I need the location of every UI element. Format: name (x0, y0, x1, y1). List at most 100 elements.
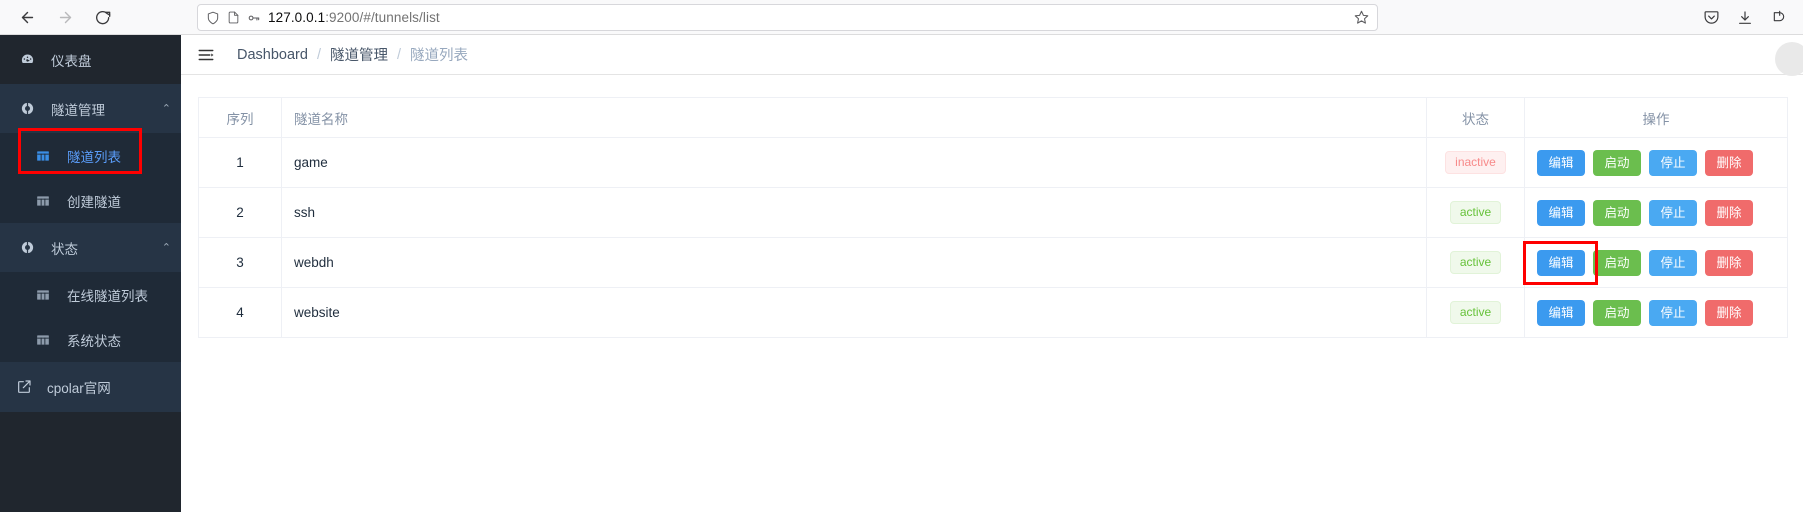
grid-icon (36, 333, 54, 347)
delete-button[interactable]: 删除 (1705, 299, 1753, 326)
url-path: :9200/#/tunnels/list (325, 10, 440, 25)
toolbar-right-icons (1695, 0, 1795, 35)
chevron-up-icon: ⌃ (161, 242, 171, 254)
sidebar-item-tunnel-list[interactable]: 隧道列表 (0, 133, 181, 178)
dashboard-icon (20, 52, 42, 67)
table-header-row: 序列 隧道名称 状态 操作 (198, 97, 1788, 138)
browser-toolbar: 127.0.0.1:9200/#/tunnels/list (0, 0, 1803, 35)
tunnel-icon (20, 240, 42, 255)
cell-actions: 编辑 启动 停止 删除 (1525, 288, 1788, 338)
delete-button[interactable]: 删除 (1705, 149, 1753, 176)
stop-button[interactable]: 停止 (1649, 299, 1697, 326)
sidebar-item-label: 创建隧道 (67, 194, 121, 210)
sidebar: 仪表盘 隧道管理 ⌃ 隧道列表 创建隧道 状态 ⌃ 在线隧道列表 系统状态 cp… (0, 35, 181, 512)
action-button-group: 编辑 启动 停止 删除 (1535, 249, 1777, 276)
back-button[interactable] (10, 3, 44, 31)
forward-button[interactable] (48, 3, 82, 31)
external-link-icon (16, 379, 36, 395)
breadcrumb-separator: / (316, 46, 321, 63)
pocket-icon[interactable] (1695, 4, 1727, 32)
shield-icon (206, 11, 220, 25)
edit-button[interactable]: 编辑 (1537, 249, 1585, 276)
sidebar-item-label: 隧道列表 (67, 149, 121, 165)
tunnels-table: 序列 隧道名称 状态 操作 1 game inactive 编辑 启动 停止 删… (198, 97, 1788, 338)
cell-actions: 编辑 启动 停止 删除 (1524, 137, 1788, 188)
edit-button[interactable]: 编辑 (1537, 199, 1585, 226)
table-head: 序列 隧道名称 状态 操作 (198, 97, 1788, 138)
status-badge: active (1449, 301, 1502, 324)
stop-button[interactable]: 停止 (1649, 149, 1697, 176)
action-button-group: 编辑 启动 停止 删除 (1535, 149, 1777, 176)
hamburger-icon[interactable] (197, 46, 215, 64)
url-text: 127.0.0.1:9200/#/tunnels/list (268, 10, 1347, 25)
cell-actions: 编辑 启动 停止 删除 (1523, 237, 1788, 288)
download-icon[interactable] (1729, 4, 1761, 32)
sidebar-item-dashboard[interactable]: 仪表盘 (0, 35, 181, 84)
breadcrumb-separator: / (396, 46, 401, 63)
tunnel-icon (20, 101, 42, 116)
content-area: 序列 隧道名称 状态 操作 1 game inactive 编辑 启动 停止 删… (181, 75, 1803, 512)
cell-sequence: 2 (198, 187, 282, 238)
column-header-actions: 操作 (1524, 97, 1788, 138)
sidebar-group-status[interactable]: 状态 ⌃ (0, 223, 181, 272)
start-button[interactable]: 启动 (1593, 249, 1641, 276)
cell-tunnel-name: game (281, 137, 1427, 188)
extension-icon[interactable] (1763, 4, 1795, 32)
sidebar-item-label: 系统状态 (67, 333, 121, 349)
breadcrumb-item-dashboard[interactable]: Dashboard (237, 47, 308, 63)
address-bar[interactable]: 127.0.0.1:9200/#/tunnels/list (197, 4, 1378, 31)
cell-sequence: 1 (198, 137, 282, 188)
delete-button[interactable]: 删除 (1705, 249, 1753, 276)
edit-button[interactable]: 编辑 (1537, 299, 1585, 326)
cell-sequence: 3 (198, 237, 282, 288)
breadcrumb-item-tunnel-management[interactable]: 隧道管理 (330, 44, 388, 65)
navigation-buttons (10, 3, 120, 31)
start-button[interactable]: 启动 (1593, 199, 1641, 226)
sidebar-item-label: 在线隧道列表 (67, 288, 148, 304)
delete-button[interactable]: 删除 (1705, 199, 1753, 226)
reload-button[interactable] (86, 3, 120, 31)
start-button[interactable]: 启动 (1593, 149, 1641, 176)
avatar[interactable] (1775, 42, 1803, 76)
table-row: 2 ssh active 编辑 启动 停止 删除 (198, 187, 1788, 238)
main-content: Dashboard / 隧道管理 / 隧道列表 序列 隧道名称 状态 操作 1 … (181, 35, 1803, 512)
table-row: 4 website active 编辑 启动 停止 删除 (198, 287, 1788, 338)
status-badge: active (1449, 251, 1502, 274)
stop-button[interactable]: 停止 (1649, 199, 1697, 226)
grid-icon (36, 194, 54, 208)
sidebar-item-system-status[interactable]: 系统状态 (0, 317, 181, 362)
avatar-icon (1775, 42, 1803, 76)
stop-button[interactable]: 停止 (1649, 249, 1697, 276)
grid-icon (36, 288, 54, 302)
cell-tunnel-name: ssh (281, 187, 1427, 238)
sidebar-item-online-tunnel-list[interactable]: 在线隧道列表 (0, 272, 181, 317)
cell-status: active (1426, 287, 1525, 338)
edit-button[interactable]: 编辑 (1537, 149, 1585, 176)
top-bar: Dashboard / 隧道管理 / 隧道列表 (181, 35, 1803, 76)
grid-icon (36, 149, 54, 163)
address-bar-container: 127.0.0.1:9200/#/tunnels/list (197, 4, 1378, 31)
table-row: 3 webdh active 编辑 启动 停止 删除 (198, 237, 1788, 288)
app-shell: 仪表盘 隧道管理 ⌃ 隧道列表 创建隧道 状态 ⌃ 在线隧道列表 系统状态 cp… (0, 35, 1803, 512)
sidebar-item-cpolar-website[interactable]: cpolar官网 (0, 362, 181, 412)
status-badge: inactive (1445, 151, 1506, 174)
start-button[interactable]: 启动 (1593, 299, 1641, 326)
cell-status: active (1426, 187, 1525, 238)
breadcrumb-item-tunnel-list: 隧道列表 (410, 48, 468, 64)
sidebar-group-label: 隧道管理 (51, 102, 105, 118)
sidebar-group-label: 状态 (51, 241, 78, 257)
star-icon[interactable] (1354, 10, 1369, 25)
table-row: 1 game inactive 编辑 启动 停止 删除 (198, 137, 1788, 188)
key-icon (247, 11, 261, 25)
action-button-group: 编辑 启动 停止 删除 (1535, 199, 1777, 226)
sidebar-item-label: 仪表盘 (51, 53, 92, 69)
cell-status: inactive (1426, 137, 1525, 188)
cell-tunnel-name: website (281, 287, 1427, 338)
cell-tunnel-name: webdh (281, 237, 1427, 288)
page-icon (227, 11, 240, 24)
sidebar-item-create-tunnel[interactable]: 创建隧道 (0, 178, 181, 223)
sidebar-group-tunnel-management[interactable]: 隧道管理 ⌃ (0, 84, 181, 133)
sidebar-submenu-tunnel: 隧道列表 创建隧道 (0, 133, 181, 223)
cell-actions: 编辑 启动 停止 删除 (1524, 187, 1788, 238)
breadcrumb: Dashboard / 隧道管理 / 隧道列表 (237, 44, 468, 65)
